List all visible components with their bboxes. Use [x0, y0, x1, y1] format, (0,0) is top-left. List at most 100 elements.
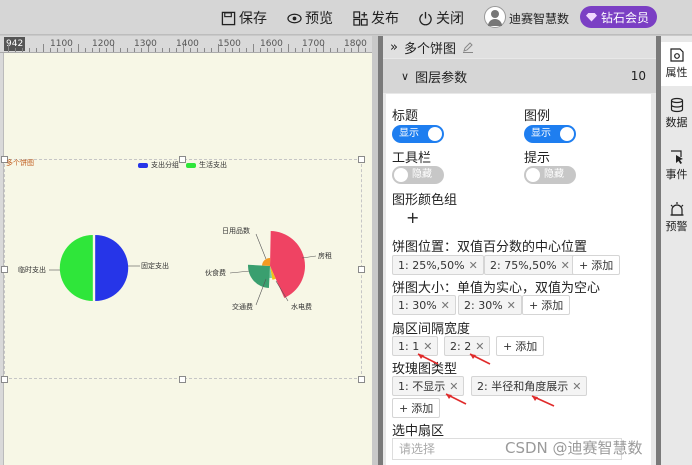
add-gap-button[interactable]: + 添加	[496, 336, 545, 356]
section-title: 图层参数	[415, 70, 468, 86]
publish-label: 发布	[371, 11, 399, 27]
tool-label: 数据	[665, 116, 688, 129]
ruler-tick	[162, 48, 163, 52]
ruler-label: 1300	[134, 39, 157, 49]
tag-text: 1: 1	[398, 339, 420, 353]
eye-icon	[287, 13, 302, 23]
watermark: CSDN @迪赛智慧数	[505, 439, 643, 457]
close-icon[interactable]: ✕	[475, 340, 484, 353]
ruler-tick	[22, 48, 23, 52]
tag-text: 2: 2	[450, 339, 472, 353]
tag-text: 1: 25%,50%	[398, 258, 465, 272]
close-icon[interactable]: ✕	[469, 259, 478, 272]
toggle-text: 隐藏	[412, 169, 432, 180]
preview-button[interactable]: 预览	[287, 8, 333, 28]
close-button[interactable]: 关闭	[418, 8, 464, 28]
preview-label: 预览	[305, 11, 333, 27]
ruler-tick	[253, 44, 254, 52]
close-label: 关闭	[436, 11, 464, 27]
pie-slice	[262, 258, 271, 266]
toolbar-toggle[interactable]: 隐藏	[392, 166, 444, 184]
slice-label: 日用品数	[222, 226, 250, 235]
toggle-text: 隐藏	[544, 169, 564, 180]
close-icon[interactable]: ✕	[561, 259, 570, 272]
slice-label: 房租	[318, 251, 332, 260]
position-label: 饼图位置：双值百分数的中心位置	[392, 240, 588, 255]
select-placeholder: 请选择	[399, 442, 436, 456]
vip-label: 钻石会员	[601, 10, 650, 25]
close-icon[interactable]: ✕	[423, 340, 432, 353]
position-tag[interactable]: 1: 25%,50% ✕	[392, 255, 484, 275]
ruler-tick	[337, 48, 338, 52]
vip-badge[interactable]: 钻石会员	[580, 6, 658, 28]
tool-attributes[interactable]: 属性	[661, 42, 692, 86]
rose-tag[interactable]: 2: 半径和角度展示 ✕	[471, 376, 588, 396]
annotation-arrow	[445, 393, 467, 405]
slice-label: 固定支出	[141, 261, 169, 270]
ruler-tick	[29, 48, 30, 52]
close-icon[interactable]: ✕	[441, 299, 450, 312]
close-icon[interactable]: ✕	[572, 380, 581, 393]
tool-label: 事件	[665, 168, 688, 181]
pie-slice	[248, 264, 270, 288]
add-rose-button[interactable]: + 添加	[392, 398, 441, 418]
size-tag[interactable]: 2: 30% ✕	[458, 295, 522, 315]
ruler-tick	[127, 48, 128, 52]
chevron-down-icon: ∨	[401, 69, 410, 83]
add-position-button[interactable]: + 添加	[572, 255, 621, 275]
ruler-tick	[204, 48, 205, 52]
ruler-label: 1600	[260, 39, 283, 49]
layer-params-section[interactable]: ∨ 图层参数 10	[383, 59, 658, 93]
pie-slice	[59, 235, 93, 301]
ruler-tick	[120, 48, 121, 52]
add-color-icon[interactable]: +	[406, 208, 419, 227]
save-label: 保存	[239, 11, 267, 27]
property-panel: » 多个饼图 ∨ 图层参数 10 标题 图例 显示 显示 工具栏 提示 隐藏 隐…	[383, 36, 658, 465]
user-avatar[interactable]	[484, 6, 506, 28]
publish-button[interactable]: 发布	[353, 8, 399, 28]
pie-slice	[95, 235, 129, 301]
tool-label: 预警	[665, 220, 688, 233]
tip-toggle[interactable]: 隐藏	[524, 166, 576, 184]
leader-line	[229, 270, 251, 274]
ruler-label: 1400	[176, 39, 199, 49]
panel-title: 多个饼图	[403, 41, 456, 57]
close-icon[interactable]: ✕	[507, 299, 516, 312]
edit-icon[interactable]	[462, 41, 474, 53]
save-icon	[221, 11, 236, 25]
ruler-tick	[8, 44, 9, 52]
tool-events[interactable]: 事件	[661, 144, 692, 188]
gap-label: 扇区间隔宽度	[392, 322, 471, 337]
position-tag[interactable]: 2: 75%,50% ✕	[484, 255, 576, 275]
horizontal-ruler: 942 1100 1200 1300 1400 1500 1600 1700 1800	[0, 36, 372, 53]
tag-text: 2: 30%	[464, 298, 503, 312]
toolbar-setting-label: 工具栏	[392, 151, 432, 166]
add-label: 添加	[541, 299, 564, 312]
tag-text: 2: 75%,50%	[490, 258, 557, 272]
toggle-text: 显示	[531, 128, 551, 139]
tool-data[interactable]: 数据	[661, 92, 692, 136]
power-icon	[419, 11, 432, 25]
slice-label: 伙食费	[205, 268, 226, 277]
leader-line	[255, 233, 267, 260]
annotation-arrow	[531, 395, 555, 407]
legend-toggle[interactable]: 显示	[524, 125, 576, 143]
ruler-label: 1700	[302, 39, 325, 49]
publish-icon	[353, 10, 368, 26]
plus-icon: +	[529, 298, 539, 312]
slice-label: 水电费	[291, 302, 312, 311]
tool-label: 属性	[665, 66, 688, 79]
add-size-button[interactable]: + 添加	[522, 295, 571, 315]
double-chevron-icon[interactable]: »	[390, 40, 398, 55]
title-toggle[interactable]: 显示	[392, 125, 444, 143]
tool-alerts[interactable]: 预警	[661, 196, 692, 240]
size-tag[interactable]: 1: 30% ✕	[392, 295, 456, 315]
attributes-icon	[669, 48, 684, 62]
size-label: 饼图大小：单值为实心，双值为空心	[392, 281, 601, 296]
save-button[interactable]: 保存	[221, 8, 267, 28]
design-canvas[interactable]: 多个饼图 支出分组 生活支出 固定支出 临时支出 房租 水电费 交通费 伙食费 日用品数	[1, 53, 372, 465]
database-icon	[670, 97, 683, 113]
close-icon[interactable]: ✕	[449, 380, 458, 393]
ruler-tick	[330, 48, 331, 52]
diamond-icon	[586, 12, 597, 22]
